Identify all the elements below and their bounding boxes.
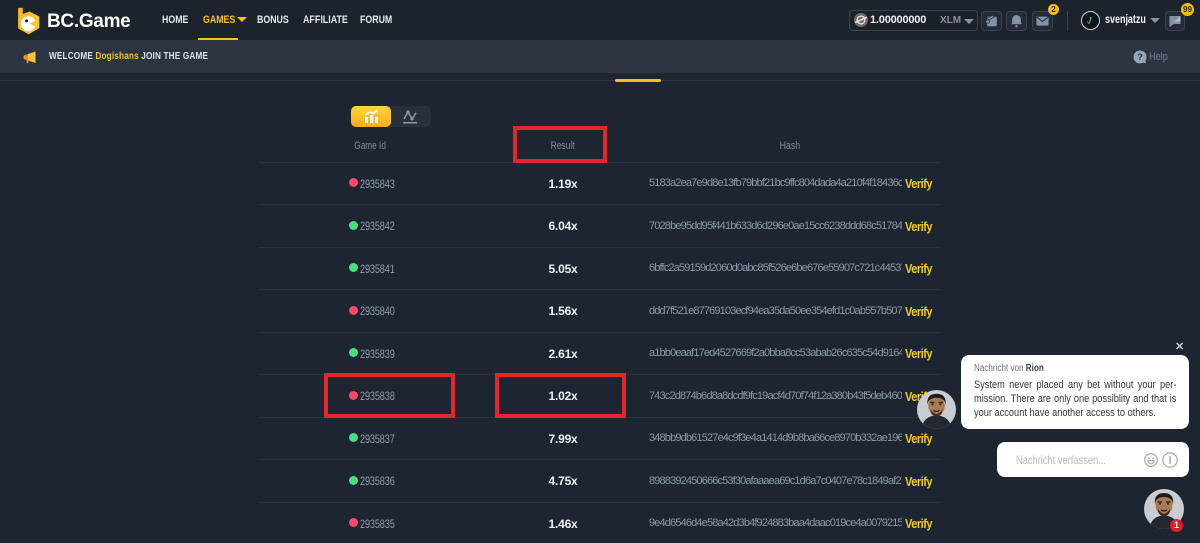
svg-text:?: ? xyxy=(1137,52,1143,62)
